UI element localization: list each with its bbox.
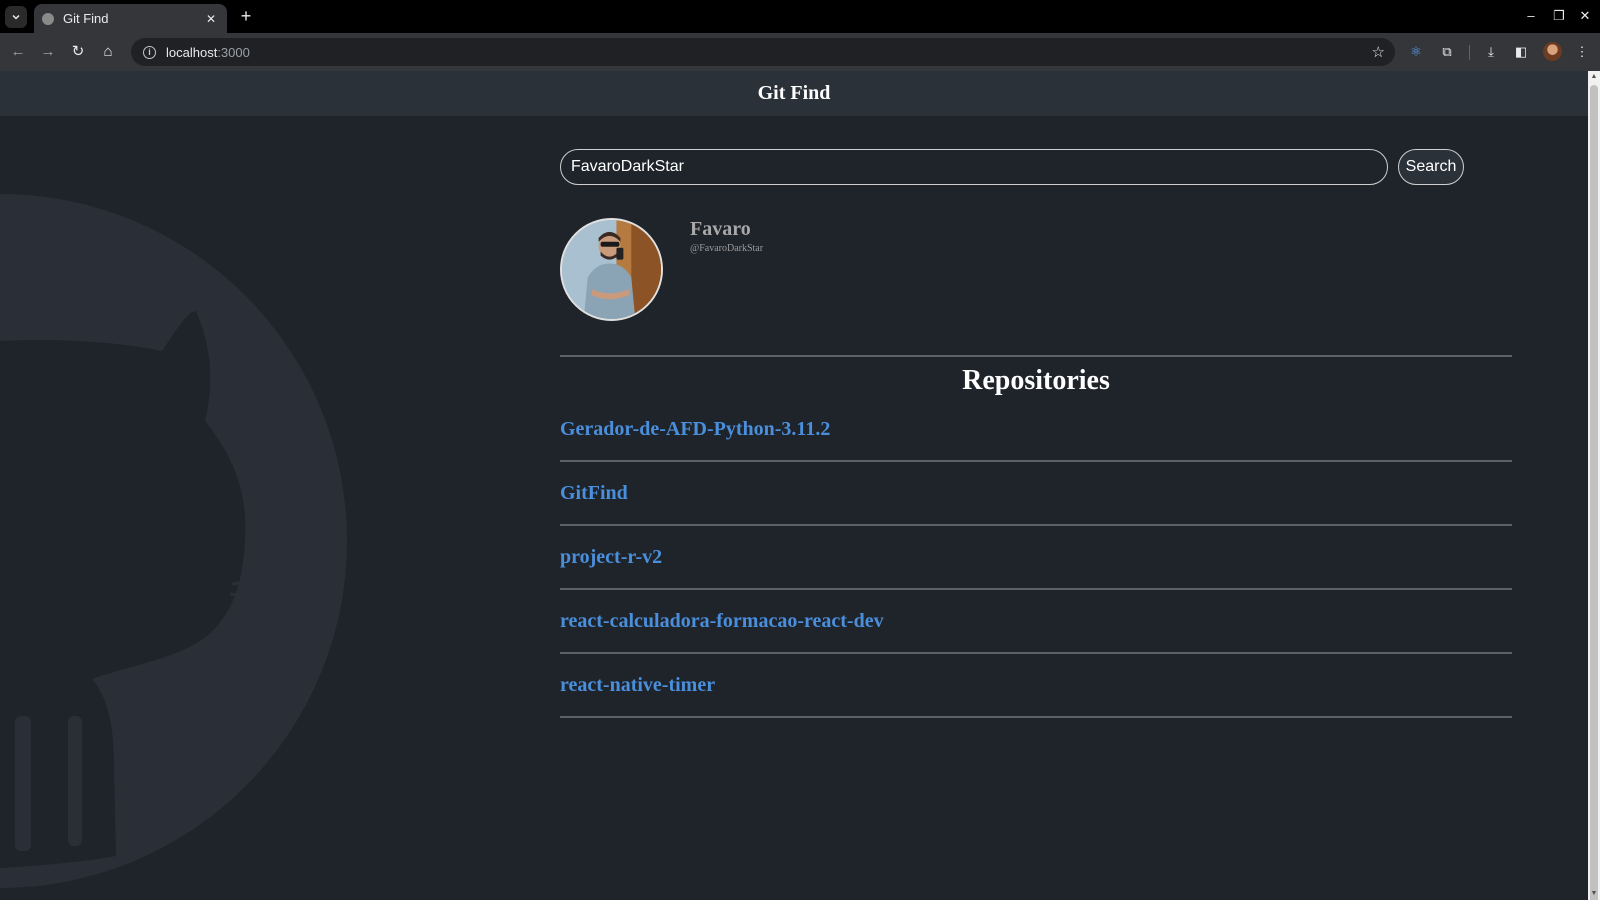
close-window-icon[interactable]: ✕ [1576, 7, 1594, 25]
react-devtools-icon[interactable]: ⚛ [1407, 43, 1425, 61]
repository-link[interactable]: react-native-timer [560, 674, 715, 697]
app-header: Git Find [0, 71, 1588, 116]
github-octocat-icon [0, 116, 560, 900]
close-tab-icon[interactable]: ✕ [203, 12, 219, 26]
home-icon[interactable]: ⌂ [98, 42, 118, 62]
repository-divider [560, 716, 1512, 718]
extensions-icon[interactable]: ⧉ [1438, 43, 1456, 61]
browser-profile-avatar[interactable] [1543, 42, 1562, 61]
search-row: Search [560, 149, 1465, 185]
browser-tab-strip: Git Find ✕ + – ❐ ✕ [0, 0, 1600, 33]
repository-item: GitFind [560, 472, 1512, 536]
new-tab-button[interactable]: + [236, 6, 256, 26]
repositories-heading: Repositories [962, 365, 1110, 396]
app-title: Git Find [757, 82, 831, 104]
site-info-icon[interactable]: i [143, 45, 156, 59]
repository-item: react-calculadora-formacao-react-dev [560, 600, 1512, 664]
repository-divider [560, 460, 1512, 462]
user-avatar [560, 218, 663, 321]
url-port: :3000 [217, 44, 250, 60]
reload-icon[interactable]: ↻ [68, 42, 88, 62]
side-panel-icon[interactable]: ◧ [1512, 43, 1530, 61]
repository-item: react-native-timer [560, 664, 1512, 728]
minimize-icon[interactable]: – [1522, 7, 1540, 25]
repository-list: Gerador-de-AFD-Python-3.11.2 GitFind pro… [560, 408, 1512, 728]
url-host: localhost [166, 44, 218, 60]
repository-link[interactable]: GitFind [560, 482, 628, 505]
repository-item: Gerador-de-AFD-Python-3.11.2 [560, 408, 1512, 472]
repository-link[interactable]: react-calculadora-formacao-react-dev [560, 610, 884, 633]
profile-name: Favaro [690, 218, 751, 240]
restore-icon[interactable]: ❐ [1550, 7, 1568, 25]
scroll-up-arrow-icon[interactable]: ▲ [1588, 71, 1600, 83]
chevron-down-icon [12, 14, 20, 20]
scrollbar-thumb[interactable] [1590, 85, 1598, 900]
more-menu-icon[interactable]: ⋮ [1573, 43, 1591, 61]
browser-toolbar: ← → ↻ ⌂ i localhost:3000 ☆ ⚛ ⧉ ⤓ ◧ ⋮ [0, 33, 1600, 71]
tab-search-button[interactable] [5, 6, 27, 28]
back-arrow-icon[interactable]: ← [8, 42, 28, 62]
user-profile: Favaro @FavaroDarkStar [560, 218, 1512, 321]
repository-divider [560, 652, 1512, 654]
scroll-down-arrow-icon[interactable]: ▼ [1588, 888, 1600, 900]
repository-item: project-r-v2 [560, 536, 1512, 600]
search-input[interactable] [560, 149, 1388, 185]
profile-login: @FavaroDarkStar [690, 243, 764, 254]
forward-arrow-icon[interactable]: → [38, 42, 58, 62]
bookmark-star-icon[interactable]: ☆ [1372, 43, 1385, 61]
repository-divider [560, 524, 1512, 526]
download-icon[interactable]: ⤓ [1482, 43, 1500, 61]
repository-link[interactable]: project-r-v2 [560, 546, 662, 569]
profile-divider [560, 355, 1512, 357]
tab-title: Git Find [63, 11, 109, 26]
repository-link[interactable]: Gerador-de-AFD-Python-3.11.2 [560, 418, 830, 441]
page-scrollbar[interactable]: ▲ ▼ [1588, 71, 1600, 900]
address-bar[interactable]: i localhost:3000 ☆ [131, 38, 1395, 66]
toolbar-divider [1469, 45, 1470, 60]
search-button[interactable]: Search [1398, 149, 1464, 185]
browser-tab[interactable]: Git Find ✕ [34, 4, 227, 33]
repository-divider [560, 588, 1512, 590]
globe-icon [42, 12, 54, 25]
